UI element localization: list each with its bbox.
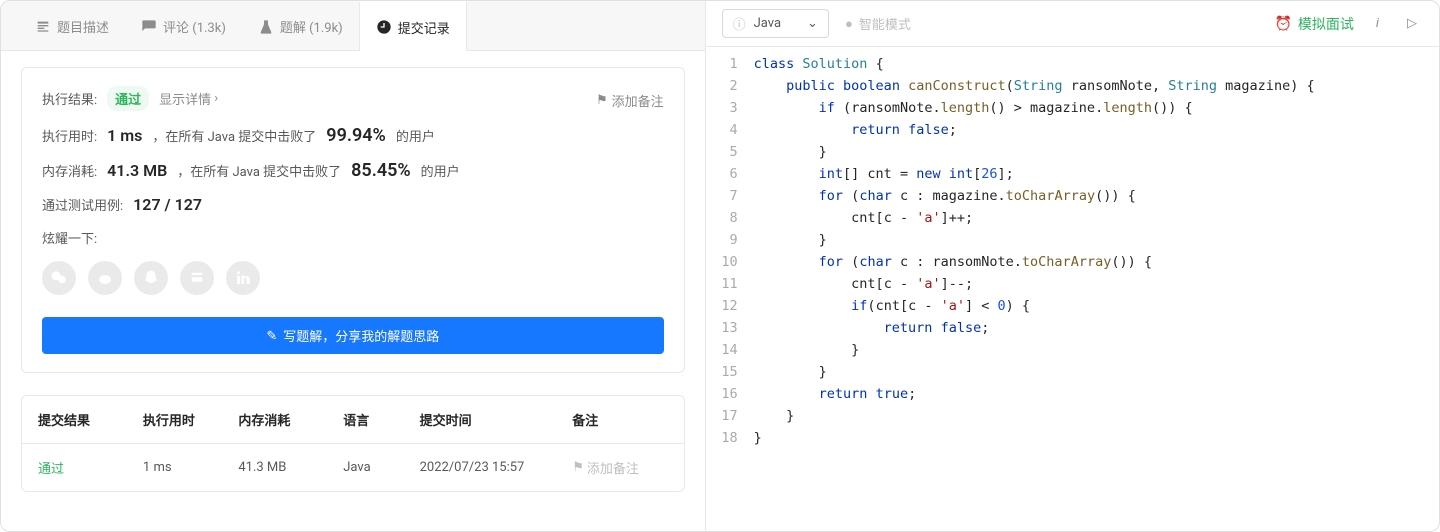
- info-button[interactable]: i: [1370, 16, 1385, 31]
- mode-indicator[interactable]: ● 智能模式: [845, 14, 911, 33]
- left-scroll[interactable]: 执行结果: 通过 显示详情 › ⚑ 添加备注 执行用时: 1 ms ，在所有: [1, 51, 705, 531]
- row-runtime: 1 ms: [143, 460, 238, 475]
- tab-solutions[interactable]: 题解 (1.9k): [242, 1, 359, 50]
- status-badge: 通过: [107, 86, 149, 111]
- show-detail-text: 显示详情: [159, 89, 211, 108]
- app-root: 题目描述 评论 (1.3k) 题解 (1.9k) 提交记录 执行结果: 通过: [0, 0, 1440, 532]
- tab-label: 题目描述: [57, 17, 109, 36]
- th-note: 备注: [572, 410, 667, 429]
- flag-icon: ⚑: [572, 460, 584, 475]
- language-value: Java: [754, 16, 781, 31]
- exec-result-label: 执行结果:: [42, 89, 97, 108]
- language-select[interactable]: ⓘ Java ⌄: [722, 9, 829, 38]
- right-pane: ⓘ Java ⌄ ● 智能模式 ⏰ 模拟面试 i ▷ 1234567891011…: [706, 1, 1439, 531]
- tab-label: 评论 (1.3k): [163, 17, 226, 36]
- chevron-down-icon: ⌄: [807, 16, 818, 31]
- tab-label: 提交记录: [398, 18, 450, 37]
- editor-toolbar: ⓘ Java ⌄ ● 智能模式 ⏰ 模拟面试 i ▷: [706, 1, 1439, 47]
- description-icon: [35, 19, 51, 35]
- share-icons: [42, 261, 664, 295]
- linkedin-icon[interactable]: [226, 261, 260, 295]
- runtime-value: 1 ms: [107, 126, 142, 145]
- row-time: 2022/07/23 15:57: [420, 460, 573, 475]
- runtime-desc-prefix: ，在所有 Java 提交中击败了: [152, 126, 316, 145]
- th-runtime: 执行用时: [143, 410, 238, 429]
- row-memory: 41.3 MB: [238, 460, 343, 475]
- info-icon: ⓘ: [733, 14, 746, 33]
- runtime-label: 执行用时:: [42, 126, 97, 145]
- mock-interview-button[interactable]: ⏰ 模拟面试: [1274, 14, 1353, 34]
- testcases-value: 127 / 127: [133, 195, 202, 214]
- row-result[interactable]: 通过: [38, 458, 143, 477]
- share-label: 炫耀一下:: [42, 228, 97, 247]
- memory-desc-suffix: 的用户: [421, 161, 460, 180]
- left-pane: 题目描述 评论 (1.3k) 题解 (1.9k) 提交记录 执行结果: 通过: [1, 1, 706, 531]
- alarm-icon: ⏰: [1274, 16, 1291, 32]
- memory-label: 内存消耗:: [42, 161, 97, 180]
- add-note-link[interactable]: ⚑ 添加备注: [596, 91, 664, 110]
- pencil-icon: ✎: [266, 328, 277, 344]
- table-row[interactable]: 通过 1 ms 41.3 MB Java 2022/07/23 15:57 ⚑ …: [22, 444, 684, 491]
- table-header: 提交结果 执行用时 内存消耗 语言 提交时间 备注: [22, 396, 684, 444]
- dot-icon: ●: [845, 16, 853, 32]
- clock-icon: [376, 19, 392, 35]
- row-language: Java: [343, 460, 419, 475]
- th-language: 语言: [343, 410, 419, 429]
- tab-submissions[interactable]: 提交记录: [359, 1, 467, 51]
- row-note-text: 添加备注: [587, 458, 639, 477]
- chevron-right-icon: ›: [214, 91, 218, 106]
- th-result: 提交结果: [38, 410, 143, 429]
- code-area[interactable]: class Solution { public boolean canConst…: [754, 47, 1315, 531]
- th-memory: 内存消耗: [238, 410, 343, 429]
- testcases-label: 通过测试用例:: [42, 195, 123, 214]
- qq-icon[interactable]: [134, 261, 168, 295]
- memory-pct: 85.45%: [351, 160, 411, 181]
- wechat-icon[interactable]: [42, 261, 76, 295]
- memory-desc-prefix: ，在所有 Java 提交中击败了: [177, 161, 341, 180]
- result-card: 执行结果: 通过 显示详情 › ⚑ 添加备注 执行用时: 1 ms ，在所有: [21, 67, 685, 373]
- add-note-text: 添加备注: [612, 91, 664, 110]
- runtime-pct: 99.94%: [326, 125, 386, 146]
- tabs: 题目描述 评论 (1.3k) 题解 (1.9k) 提交记录: [1, 1, 705, 51]
- tab-comments[interactable]: 评论 (1.3k): [125, 1, 242, 50]
- row-add-note[interactable]: ⚑ 添加备注: [572, 458, 667, 477]
- tab-label: 题解 (1.9k): [280, 17, 343, 36]
- mode-text: 智能模式: [859, 14, 911, 33]
- line-gutter: 123456789101112131415161718: [706, 47, 754, 531]
- th-time: 提交时间: [420, 410, 573, 429]
- memory-value: 41.3 MB: [107, 161, 167, 180]
- runtime-desc-suffix: 的用户: [396, 126, 435, 145]
- mock-interview-text: 模拟面试: [1298, 14, 1354, 34]
- show-detail-link[interactable]: 显示详情 ›: [159, 89, 218, 108]
- write-solution-button[interactable]: ✎ 写题解，分享我的解题思路: [42, 317, 664, 354]
- code-editor[interactable]: 123456789101112131415161718 class Soluti…: [706, 47, 1439, 531]
- write-solution-text: 写题解，分享我的解题思路: [283, 326, 439, 345]
- flask-icon: [258, 19, 274, 35]
- comment-icon: [141, 19, 157, 35]
- douban-icon[interactable]: [180, 261, 214, 295]
- run-button[interactable]: ▷: [1401, 16, 1423, 31]
- tab-description[interactable]: 题目描述: [19, 1, 125, 50]
- flag-icon: ⚑: [596, 93, 608, 108]
- submissions-table: 提交结果 执行用时 内存消耗 语言 提交时间 备注 通过 1 ms 41.3 M…: [21, 395, 685, 492]
- weibo-icon[interactable]: [88, 261, 122, 295]
